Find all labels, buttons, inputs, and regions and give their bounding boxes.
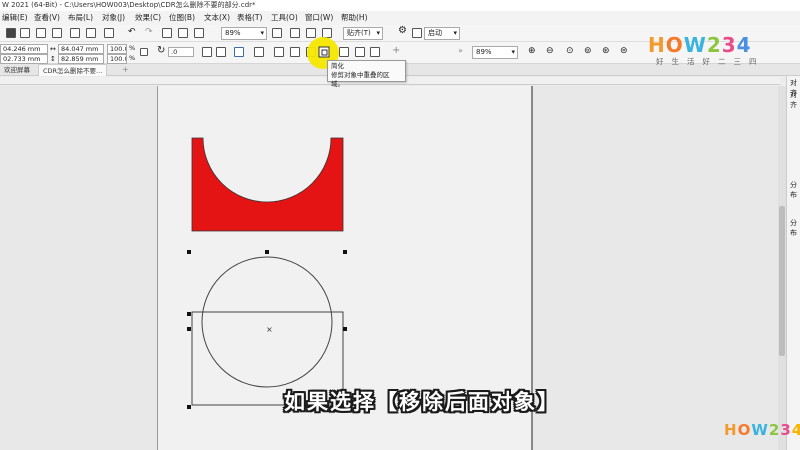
menu-text[interactable]: 文本(X): [204, 11, 230, 25]
height-glyph-icon: ↕: [50, 55, 56, 63]
tooltip-title: 简化: [331, 62, 344, 70]
logo-tagline: 好生活好二三四: [656, 57, 765, 66]
cut-icon[interactable]: [104, 28, 114, 38]
tab-document[interactable]: CDR怎么删除不要...: [38, 64, 108, 76]
copy-icon[interactable]: [70, 28, 80, 38]
zoom-all-icon[interactable]: ⊚: [584, 46, 592, 56]
tooltip: 简化 修剪对象中重叠的区域。: [327, 60, 406, 88]
logo-wordmark: HOW234: [648, 34, 774, 56]
menu-object[interactable]: 对象(J): [102, 11, 125, 25]
docker-label-distribute: 分布: [790, 181, 797, 199]
front-minus-back-icon[interactable]: [339, 47, 349, 57]
back-minus-front-icon[interactable]: [355, 47, 365, 57]
menu-view[interactable]: 查看(V): [34, 11, 60, 25]
trim-icon[interactable]: [290, 47, 300, 57]
group-icon[interactable]: [254, 47, 264, 57]
mirror-horizontal-icon[interactable]: [202, 47, 212, 57]
docker-label-align-2: 对齐: [790, 91, 797, 109]
options-gear-icon[interactable]: ⚙: [398, 26, 407, 36]
menu-bitmaps[interactable]: 位图(B): [169, 11, 195, 25]
menu-help[interactable]: 帮助(H): [341, 11, 368, 25]
redo-icon[interactable]: ↷: [145, 27, 153, 37]
selection-handle[interactable]: [187, 250, 191, 254]
save-icon[interactable]: [6, 28, 16, 38]
brand-logo: HOW234 好生活好二三四: [648, 34, 774, 70]
pdf-icon[interactable]: [194, 28, 204, 38]
zoom-out-icon[interactable]: ⊖: [546, 46, 554, 56]
percent-x-label: %: [129, 44, 136, 52]
cloud-upload-icon[interactable]: [36, 28, 46, 38]
launch-icon[interactable]: [412, 28, 422, 38]
width-field[interactable]: 84.047 mm: [58, 44, 104, 54]
zoom-width-icon[interactable]: ⊜: [620, 46, 628, 56]
logo-letter: 3: [721, 33, 737, 57]
zoom-page-icon[interactable]: ⊛: [602, 46, 610, 56]
launch-select[interactable]: 启动: [424, 27, 460, 40]
full-screen-icon[interactable]: [272, 28, 282, 38]
logo-letter: W: [683, 33, 707, 57]
menu-window[interactable]: 窗口(W): [305, 11, 333, 25]
tab-welcome[interactable]: 欢迎屏幕: [0, 64, 34, 76]
window-title: W 2021 (64-Bit) - C:\Users\HOW003\Deskto…: [0, 0, 800, 11]
rotation-field[interactable]: .0: [168, 47, 194, 57]
percent-y-label: %: [129, 54, 136, 62]
selection-handle[interactable]: [343, 327, 347, 331]
zoom-in-icon[interactable]: ⊕: [528, 46, 536, 56]
print-icon[interactable]: [20, 28, 30, 38]
scrollbar-thumb[interactable]: [779, 206, 785, 356]
export-icon[interactable]: [178, 28, 188, 38]
scale-x-field[interactable]: 100.0: [107, 44, 127, 54]
logo-letter: 4: [736, 33, 752, 57]
overflow-icon[interactable]: »: [458, 46, 463, 56]
zoom-selected-icon[interactable]: ⊙: [566, 46, 574, 56]
selection-handle[interactable]: [187, 312, 191, 316]
rulers-icon[interactable]: [290, 28, 300, 38]
import-icon[interactable]: [162, 28, 172, 38]
menu-bar: 编辑(E) 查看(V) 布局(L) 对象(J) 效果(C) 位图(B) 文本(X…: [0, 11, 800, 25]
menu-tools[interactable]: 工具(O): [271, 11, 298, 25]
video-caption: 如果选择【移除后面对象】: [284, 390, 560, 414]
x-position-field[interactable]: 04.246 mm: [0, 44, 48, 54]
rotate-icon: ↻: [157, 45, 166, 56]
height-field[interactable]: 82.859 mm: [58, 54, 104, 64]
selection-handle[interactable]: [187, 327, 191, 331]
watermark: HOW234: [724, 421, 800, 439]
logo-letter: O: [665, 33, 684, 57]
guidelines-icon[interactable]: [322, 28, 332, 38]
center-marker-icon: ×: [266, 325, 273, 334]
zoom-select[interactable]: 89%: [221, 27, 267, 40]
align-icon[interactable]: [234, 47, 244, 57]
add-icon[interactable]: +: [392, 46, 400, 56]
new-tab-icon[interactable]: +: [122, 65, 129, 75]
create-boundary-icon[interactable]: [370, 47, 380, 57]
y-position-field[interactable]: 02.733 mm: [0, 54, 48, 64]
grid-icon[interactable]: [306, 28, 316, 38]
selection-handle[interactable]: [265, 250, 269, 254]
paste-icon[interactable]: [86, 28, 96, 38]
menu-effects[interactable]: 效果(C): [135, 11, 161, 25]
width-glyph-icon: ↔: [50, 45, 56, 53]
cloud-download-icon[interactable]: [52, 28, 62, 38]
snap-to-select[interactable]: 贴齐(T): [343, 27, 383, 40]
logo-letter: H: [648, 33, 666, 57]
mirror-vertical-icon[interactable]: [216, 47, 226, 57]
menu-layout[interactable]: 布局(L): [68, 11, 93, 25]
undo-icon[interactable]: ↶: [128, 27, 136, 37]
lock-ratio-icon[interactable]: [140, 48, 148, 56]
menu-table[interactable]: 表格(T): [237, 11, 262, 25]
menu-edit[interactable]: 编辑(E): [2, 11, 28, 25]
zoom-level-select[interactable]: 89%: [472, 46, 518, 59]
weld-icon[interactable]: [274, 47, 284, 57]
docker-label-distribute-2: 分布: [790, 219, 797, 237]
logo-letter: 2: [706, 33, 722, 57]
tooltip-description: 修剪对象中重叠的区域。: [331, 71, 390, 88]
selection-handle[interactable]: [343, 250, 347, 254]
scale-y-field[interactable]: 100.0: [107, 54, 127, 64]
